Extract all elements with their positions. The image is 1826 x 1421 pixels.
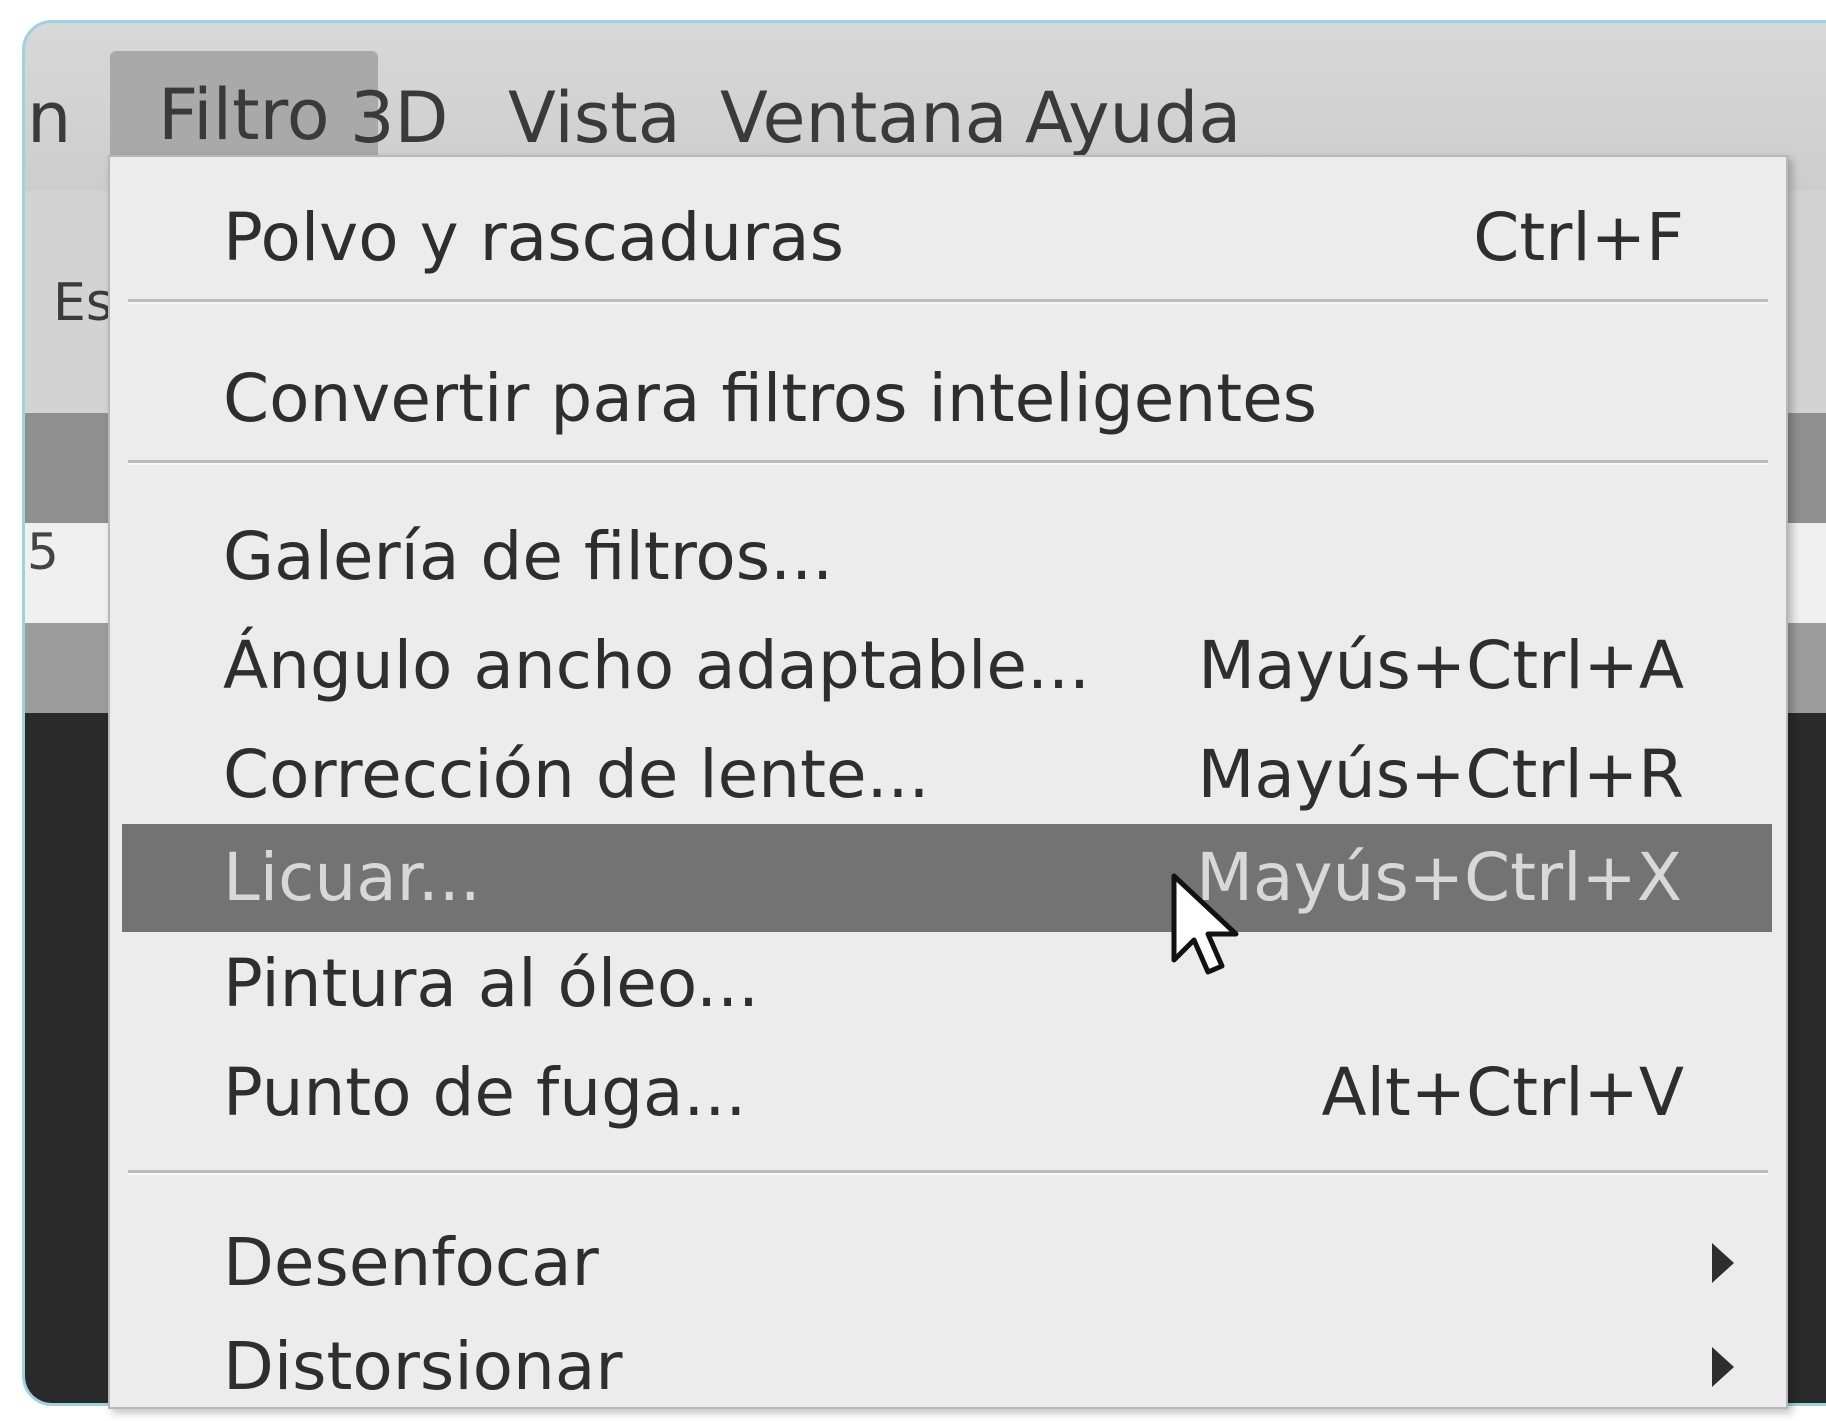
menu-item-label: Convertir para filtros inteligentes [223, 360, 1318, 437]
filter-menu: Polvo y rascaduras Ctrl+F Convertir para… [108, 155, 1788, 1409]
menu-item-punto-de-fuga[interactable]: Punto de fuga... Alt+Ctrl+V [110, 1039, 1786, 1147]
menu-item-shortcut: Mayús+Ctrl+A [1198, 627, 1684, 704]
menu-separator [128, 460, 1768, 465]
menubar-item-clipped[interactable]: n [27, 63, 71, 173]
menu-item-label: Punto de fuga... [223, 1054, 747, 1131]
menu-item-label: Polvo y rascaduras [223, 199, 845, 276]
menu-item-label: Galería de filtros... [223, 518, 834, 595]
options-bar-label: Es [53, 273, 113, 333]
menu-item-label: Licuar... [223, 839, 481, 916]
menu-item-galeria-de-filtros[interactable]: Galería de filtros... [110, 503, 1786, 611]
menu-item-shortcut: Mayús+Ctrl+R [1197, 736, 1684, 813]
menu-item-label: Desenfocar [223, 1224, 599, 1301]
ruler-tick-label: 5 [27, 523, 59, 581]
menu-item-shortcut: Ctrl+F [1473, 199, 1684, 276]
menu-item-label: Distorsionar [223, 1328, 623, 1405]
menu-item-label: Corrección de lente... [223, 736, 930, 813]
menu-item-label: Ángulo ancho adaptable... [223, 627, 1090, 704]
menu-item-angulo-ancho-adaptable[interactable]: Ángulo ancho adaptable... Mayús+Ctrl+A [110, 612, 1786, 720]
menu-item-licuar[interactable]: Licuar... Mayús+Ctrl+X [122, 824, 1772, 932]
menu-item-label: Pintura al óleo... [223, 945, 760, 1022]
menu-item-shortcut: Alt+Ctrl+V [1321, 1054, 1684, 1131]
menu-item-desenfocar[interactable]: Desenfocar [110, 1209, 1786, 1317]
mouse-pointer-icon [1171, 873, 1239, 975]
menu-item-correccion-de-lente[interactable]: Corrección de lente... Mayús+Ctrl+R [110, 721, 1786, 829]
submenu-arrow-icon [1712, 1243, 1734, 1283]
menu-separator [128, 299, 1768, 304]
menu-item-distorsionar[interactable]: Distorsionar [110, 1313, 1786, 1421]
menu-item-polvo-y-rascaduras[interactable]: Polvo y rascaduras Ctrl+F [110, 184, 1786, 292]
menu-item-pintura-al-oleo[interactable]: Pintura al óleo... [110, 930, 1786, 1038]
menu-item-convertir-filtros-inteligentes[interactable]: Convertir para filtros inteligentes [110, 345, 1786, 453]
menu-separator [128, 1170, 1768, 1175]
submenu-arrow-icon [1712, 1347, 1734, 1387]
menu-item-shortcut: Mayús+Ctrl+X [1196, 839, 1682, 916]
